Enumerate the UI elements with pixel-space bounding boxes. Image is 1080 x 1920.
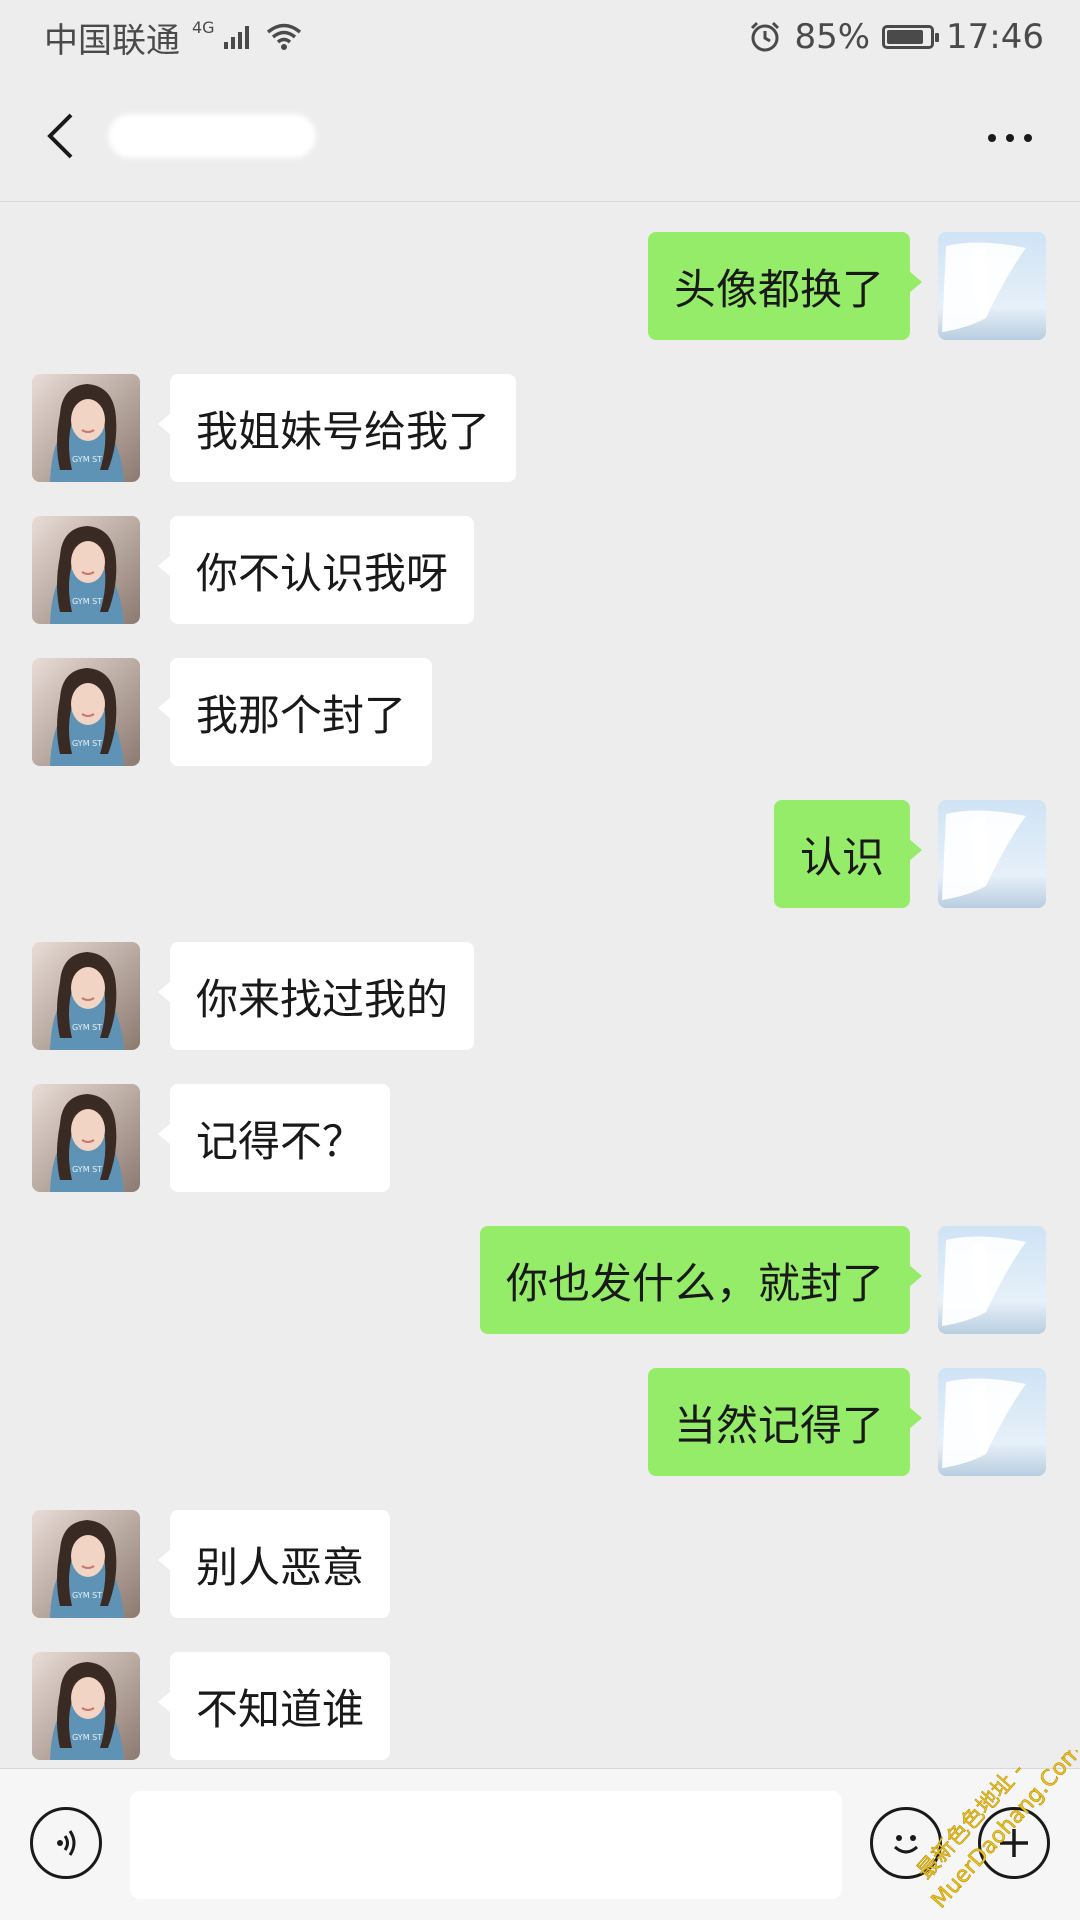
my-avatar[interactable]	[938, 232, 1046, 340]
contact-name-redacted	[108, 114, 316, 158]
battery-icon	[882, 25, 940, 49]
message-row-incoming: GYM ST 我那个封了	[0, 658, 1080, 766]
message-bubble[interactable]: 我那个封了	[157, 658, 433, 766]
svg-text:GYM ST: GYM ST	[72, 1023, 102, 1032]
battery-level	[887, 30, 924, 44]
message-bubble[interactable]: 你来找过我的	[157, 942, 475, 1050]
battery-percent: 85%	[794, 17, 871, 57]
contact-avatar[interactable]: GYM ST	[32, 658, 140, 766]
message-bubble[interactable]: 你不认识我呀	[157, 516, 475, 624]
status-bar: 中国联通 4G 85% 17:46	[0, 0, 1080, 74]
message-bubble[interactable]: 认识	[773, 800, 923, 908]
back-button[interactable]	[28, 104, 92, 168]
my-avatar[interactable]	[938, 1368, 1046, 1476]
my-avatar[interactable]	[938, 1226, 1046, 1334]
message-bubble[interactable]: 我姐妹号给我了	[157, 374, 517, 482]
network-type: 4G	[192, 17, 215, 37]
message-row-outgoing: 当然记得了	[0, 1368, 1080, 1476]
chevron-left-icon	[47, 113, 73, 159]
contact-avatar[interactable]: GYM ST	[32, 374, 140, 482]
svg-text:GYM ST: GYM ST	[72, 1165, 102, 1174]
wifi-icon	[266, 23, 301, 50]
status-left: 中国联通 4G	[44, 13, 303, 62]
contact-avatar[interactable]: GYM ST	[32, 1510, 140, 1618]
message-bubble[interactable]: 记得不？	[157, 1084, 391, 1192]
emoji-button[interactable]	[870, 1807, 942, 1879]
plus-icon	[1000, 1829, 1028, 1857]
contact-avatar[interactable]: GYM ST	[32, 942, 140, 1050]
voice-icon	[57, 1830, 76, 1856]
contact-avatar[interactable]: GYM ST	[32, 1084, 140, 1192]
message-row-incoming: GYM ST 你不认识我呀	[0, 516, 1080, 624]
input-bar	[0, 1768, 1080, 1920]
message-input[interactable]	[130, 1791, 842, 1899]
ellipsis-icon	[988, 134, 996, 142]
status-right: 85% 17:46	[748, 17, 1044, 57]
contact-avatar[interactable]: GYM ST	[32, 516, 140, 624]
svg-text:GYM ST: GYM ST	[72, 597, 102, 606]
svg-text:GYM ST: GYM ST	[72, 1733, 102, 1742]
emoji-icon	[893, 1835, 919, 1854]
message-row-outgoing: 认识	[0, 800, 1080, 908]
plus-button[interactable]	[978, 1807, 1050, 1879]
ellipsis-dot	[1006, 134, 1014, 142]
more-button[interactable]	[974, 108, 1046, 168]
message-row-incoming: GYM ST 我姐妹号给我了	[0, 374, 1080, 482]
contact-avatar[interactable]: GYM ST	[32, 1652, 140, 1760]
my-avatar[interactable]	[938, 800, 1046, 908]
voice-button[interactable]	[30, 1807, 102, 1879]
message-row-incoming: GYM ST 记得不？	[0, 1084, 1080, 1192]
message-bubble[interactable]: 不知道谁	[157, 1652, 391, 1760]
signal-icon	[223, 26, 249, 49]
svg-text:GYM ST: GYM ST	[72, 455, 102, 464]
message-bubble[interactable]: 当然记得了	[647, 1368, 923, 1476]
message-row-outgoing: 你也发什么，就封了	[0, 1226, 1080, 1334]
message-bubble[interactable]: 你也发什么，就封了	[479, 1226, 923, 1334]
chat-header	[0, 74, 1080, 202]
ellipsis-dot	[1024, 134, 1032, 142]
message-row-incoming: GYM ST 不知道谁	[0, 1652, 1080, 1760]
svg-text:GYM ST: GYM ST	[72, 739, 102, 748]
clock: 17:46	[946, 17, 1044, 57]
message-row-incoming: GYM ST 你来找过我的	[0, 942, 1080, 1050]
message-bubble[interactable]: 别人恶意	[157, 1510, 391, 1618]
svg-text:GYM ST: GYM ST	[72, 1591, 102, 1600]
alarm-icon	[751, 21, 780, 52]
message-bubble[interactable]: 头像都换了	[647, 232, 923, 340]
message-row-incoming: GYM ST 别人恶意	[0, 1510, 1080, 1618]
message-row-outgoing: 头像都换了	[0, 232, 1080, 340]
carrier-label: 中国联通	[44, 20, 180, 61]
